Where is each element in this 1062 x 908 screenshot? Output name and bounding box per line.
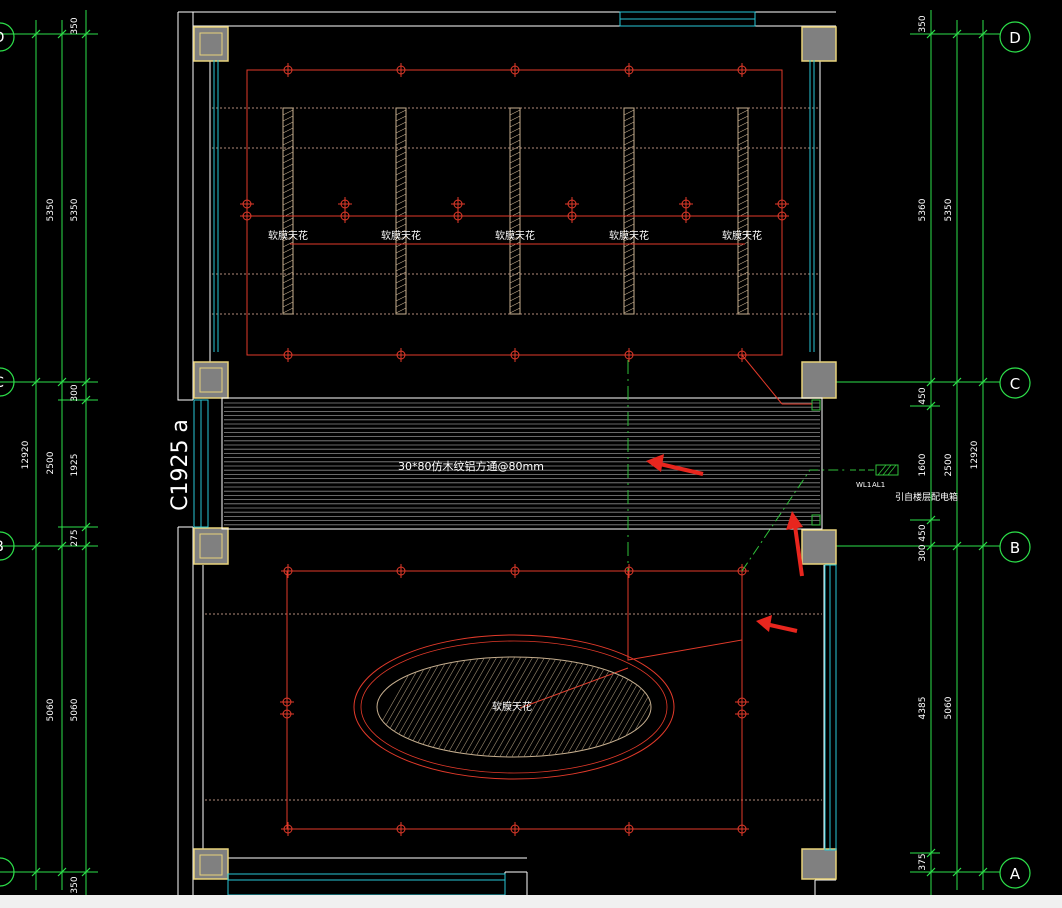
column-mid-right-upper (801, 361, 837, 399)
dim-5060-a: 5060 (46, 698, 56, 721)
cad-drawing-canvas[interactable]: 350 5350 5350 300 12920 2500 1925 275 50… (0, 0, 1062, 908)
dim-5350-b: 5350 (70, 198, 80, 221)
column-mid-left-lower (193, 527, 229, 565)
axis-label-left-b: B (0, 539, 4, 555)
dim-r-5350: 5350 (944, 198, 954, 221)
column-bottom-left (193, 848, 229, 880)
column-top-right (801, 26, 837, 62)
circuit-tag-wl1: WL1 (856, 481, 871, 489)
dim-r-450-top: 450 (918, 387, 928, 404)
dim-5060-b: 5060 (70, 698, 80, 721)
column-mid-right-lower (801, 529, 837, 565)
axis-label-right-c: C (1010, 375, 1020, 393)
axis-label-right-a: A (1010, 865, 1021, 883)
dim-r-5060: 5060 (944, 696, 954, 719)
axis-label-left-d: D (0, 30, 4, 46)
axis-label-right-b: B (1010, 539, 1020, 557)
status-bar (0, 895, 1062, 908)
ceiling-label-3: 软膜天花 (495, 229, 535, 242)
grille-note: 30*80仿木纹铝方通@80mm (398, 459, 544, 473)
dim-275: 275 (70, 529, 80, 546)
dim-r-300: 300 (918, 544, 928, 561)
dim-r-2500: 2500 (944, 453, 954, 476)
ceiling-label-lower: 软膜天花 (492, 700, 532, 713)
dim-r-375: 375 (918, 853, 928, 870)
column-top-left (193, 26, 229, 62)
ceiling-label-5: 软膜天花 (722, 229, 762, 242)
dim-5350-a: 5350 (46, 198, 56, 221)
axis-label-right-d: D (1009, 29, 1021, 47)
circuit-tag-al1: AL1 (872, 481, 885, 489)
dim-300: 300 (70, 384, 80, 401)
dim-r-4385: 4385 (918, 697, 928, 720)
dim-r-450-bottom: 450 (918, 524, 928, 541)
column-mid-left-upper (193, 361, 229, 399)
column-bottom-right (801, 848, 837, 880)
dim-350-bottom: 350 (70, 876, 80, 893)
dim-r-12920: 12920 (970, 440, 980, 469)
dim-r-350: 350 (918, 15, 928, 32)
dim-12920: 12920 (21, 440, 31, 469)
window-tag: C1925 a (168, 419, 193, 511)
drawing-background (0, 0, 1062, 908)
ceiling-label-1: 软膜天花 (268, 229, 308, 242)
dim-350-top: 350 (70, 17, 80, 34)
ceiling-label-2: 软膜天花 (381, 229, 421, 242)
panel-note: 引自楼层配电箱 (895, 491, 958, 503)
dim-1925: 1925 (70, 454, 80, 477)
ceiling-label-4: 软膜天花 (609, 229, 649, 242)
dim-r-5360: 5360 (918, 198, 928, 221)
dim-r-1600: 1600 (918, 453, 928, 476)
dim-2500: 2500 (46, 451, 56, 474)
axis-label-left-c: C (0, 375, 4, 391)
